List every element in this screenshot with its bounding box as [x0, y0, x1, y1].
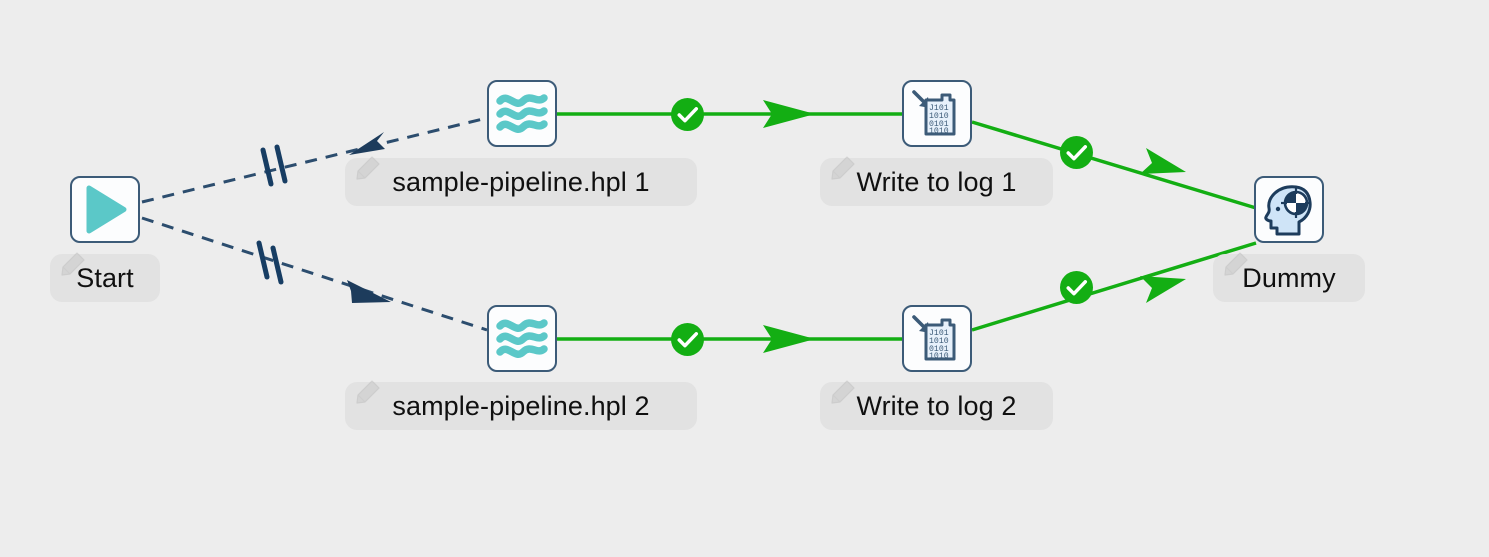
node-dummy[interactable]: [1254, 176, 1324, 243]
badge-circle: [671, 323, 704, 356]
pencil-edit-icon: [831, 156, 855, 180]
label-chip-write-log-1[interactable]: Write to log 1: [820, 156, 1053, 206]
pencil-edit-icon: [356, 156, 380, 180]
parallel-hatch-icon: [260, 144, 288, 187]
hop-pipeline-2-to-write-log-2[interactable]: [557, 325, 902, 353]
write-to-log-icon: J101 1010 0101 1010: [912, 315, 956, 361]
svg-text:1010: 1010: [929, 127, 949, 136]
wave-glyph-2: [496, 332, 548, 345]
node-start[interactable]: [70, 176, 140, 243]
dummy-head-icon: [1264, 185, 1312, 236]
binary-rows: J101 1010 0101 1010: [929, 104, 949, 136]
parallel-hatch-icon: [256, 240, 284, 285]
workflow-canvas[interactable]: J101 1010 0101 1010 J101 1010 0101 1010 …: [0, 0, 1489, 557]
arrowhead-icon: [349, 132, 385, 155]
write-to-log-icon: J101 1010 0101 1010: [912, 90, 956, 136]
pencil-edit-icon: [831, 380, 855, 404]
node-label-write-log-2: Write to log 2: [856, 390, 1017, 421]
node-label-pipeline-2: sample-pipeline.hpl 2: [392, 390, 650, 421]
hop-start-to-pipeline-2[interactable]: [141, 216, 488, 332]
pipeline-waves-icon: [496, 94, 548, 133]
wave-glyph-3: [496, 345, 548, 358]
label-chip-pipeline-2[interactable]: sample-pipeline.hpl 2: [345, 380, 697, 430]
node-label-dummy: Dummy: [1242, 262, 1336, 293]
wave-glyph-2: [496, 107, 548, 120]
label-chip-write-log-2[interactable]: Write to log 2: [820, 380, 1053, 430]
label-chip-start[interactable]: Start: [50, 252, 160, 302]
svg-text:1010: 1010: [929, 352, 949, 361]
label-chip-dummy[interactable]: Dummy: [1213, 252, 1365, 302]
node-label-write-log-1: Write to log 1: [856, 166, 1017, 197]
node-label-pipeline-1: sample-pipeline.hpl 1: [392, 166, 650, 197]
binary-rows: J101 1010 0101 1010: [929, 329, 949, 361]
wave-glyph-3: [496, 120, 548, 133]
pipeline-waves-icon: [496, 319, 548, 358]
success-check-icon-pipeline-2[interactable]: [671, 323, 704, 356]
arrowhead-icon: [1140, 148, 1186, 174]
success-check-icon-pipeline-1[interactable]: [671, 98, 704, 131]
badge-circle: [671, 98, 704, 131]
node-pipeline-2[interactable]: [487, 305, 557, 372]
hop-line: [141, 216, 488, 332]
badge-circle: [1060, 136, 1093, 169]
wave-glyph-1: [496, 319, 548, 332]
play-triangle-icon: [86, 185, 127, 234]
label-chip-pipeline-1[interactable]: sample-pipeline.hpl 1: [345, 156, 697, 206]
eye-glyph: [1275, 206, 1281, 212]
badge-circle: [1060, 271, 1093, 304]
node-label-start: Start: [76, 262, 134, 293]
arrowhead-icon: [1140, 276, 1186, 303]
hop-pipeline-1-to-write-log-1[interactable]: [557, 100, 902, 128]
node-pipeline-1[interactable]: [487, 80, 557, 147]
success-check-icon-write-log-1[interactable]: [1060, 136, 1093, 169]
arrowhead-icon: [347, 280, 391, 303]
wave-glyph-1: [496, 94, 548, 107]
node-write-log-1[interactable]: J101 1010 0101 1010: [902, 80, 972, 147]
play-glyph: [86, 185, 127, 234]
success-check-icon-write-log-2[interactable]: [1060, 271, 1093, 304]
node-write-log-2[interactable]: J101 1010 0101 1010: [902, 305, 972, 372]
pencil-edit-icon: [356, 380, 380, 404]
